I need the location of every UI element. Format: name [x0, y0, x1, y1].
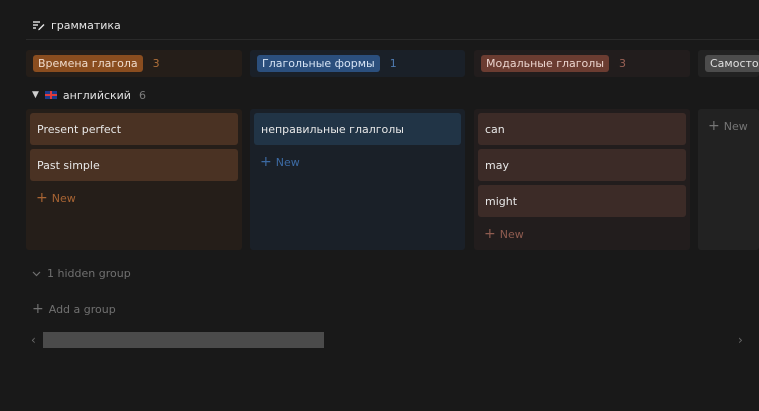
new-card-button[interactable]: + New — [708, 118, 748, 134]
add-group-button[interactable]: + Add a group — [32, 301, 116, 317]
column-label: Глагольные формы — [257, 55, 380, 72]
column-header-samostoyatelnye[interactable]: Самостоятельные — [698, 50, 759, 77]
new-label: New — [499, 227, 524, 241]
horizontal-scrollbar-thumb[interactable] — [43, 332, 324, 348]
scroll-left-arrow[interactable]: ‹ — [31, 333, 36, 347]
new-card-button[interactable]: + New — [260, 154, 300, 170]
plus-icon: + — [36, 190, 48, 206]
column-label: Самостоятельные — [705, 55, 759, 72]
column-label: Времена глагола — [33, 55, 143, 72]
scroll-right-arrow[interactable]: › — [738, 333, 743, 347]
header-divider — [26, 39, 759, 40]
board-column-vremena: Present perfect Past simple + New — [26, 109, 242, 250]
edit-list-icon — [32, 19, 45, 31]
card-title: Present perfect — [37, 122, 122, 136]
view-title: грамматика — [51, 18, 121, 32]
group-count: 6 — [138, 88, 146, 102]
new-card-button[interactable]: + New — [36, 190, 76, 206]
uk-flag-icon — [44, 91, 57, 99]
chevron-down-icon — [32, 267, 41, 280]
add-group-label: Add a group — [48, 302, 116, 316]
card[interactable]: might — [478, 185, 686, 217]
column-header-vremena[interactable]: Времена глагола 3 — [26, 50, 242, 77]
board-column-modalnye: can may might + New — [474, 109, 690, 250]
card-title: Past simple — [37, 158, 100, 172]
board-view: грамматика Времена глагола 3 Глагольные … — [0, 0, 759, 411]
card[interactable]: can — [478, 113, 686, 145]
card[interactable]: Present perfect — [30, 113, 238, 145]
card[interactable]: неправильные глалголы — [254, 113, 461, 145]
plus-icon: + — [708, 118, 720, 134]
card-title: неправильные глалголы — [261, 122, 404, 136]
plus-icon: + — [260, 154, 272, 170]
board-column-samostoyatelnye: + New — [698, 109, 759, 250]
group-name: английский — [62, 88, 131, 102]
caret-down-icon[interactable]: ▼ — [32, 90, 39, 100]
column-count: 3 — [619, 57, 626, 70]
hidden-groups-toggle[interactable]: 1 hidden group — [32, 265, 131, 281]
column-header-formy[interactable]: Глагольные формы 1 — [250, 50, 465, 77]
new-label: New — [51, 191, 76, 205]
card[interactable]: may — [478, 149, 686, 181]
column-label: Модальные глаголы — [481, 55, 609, 72]
plus-icon: + — [484, 226, 496, 242]
group-header[interactable]: ▼ английский 6 — [32, 88, 146, 102]
card-title: might — [485, 194, 518, 208]
plus-icon: + — [32, 301, 44, 317]
column-header-modalnye[interactable]: Модальные глаголы 3 — [474, 50, 690, 77]
column-count: 1 — [389, 57, 397, 70]
new-label: New — [723, 119, 748, 133]
new-card-button[interactable]: + New — [484, 226, 524, 242]
hidden-group-label: 1 hidden group — [47, 266, 131, 280]
column-count: 3 — [152, 57, 160, 70]
card-title: may — [485, 158, 509, 172]
card[interactable]: Past simple — [30, 149, 238, 181]
new-label: New — [275, 155, 300, 169]
board-column-formy: неправильные глалголы + New — [250, 109, 465, 250]
view-tab[interactable]: грамматика — [32, 17, 121, 33]
card-title: can — [485, 122, 505, 136]
